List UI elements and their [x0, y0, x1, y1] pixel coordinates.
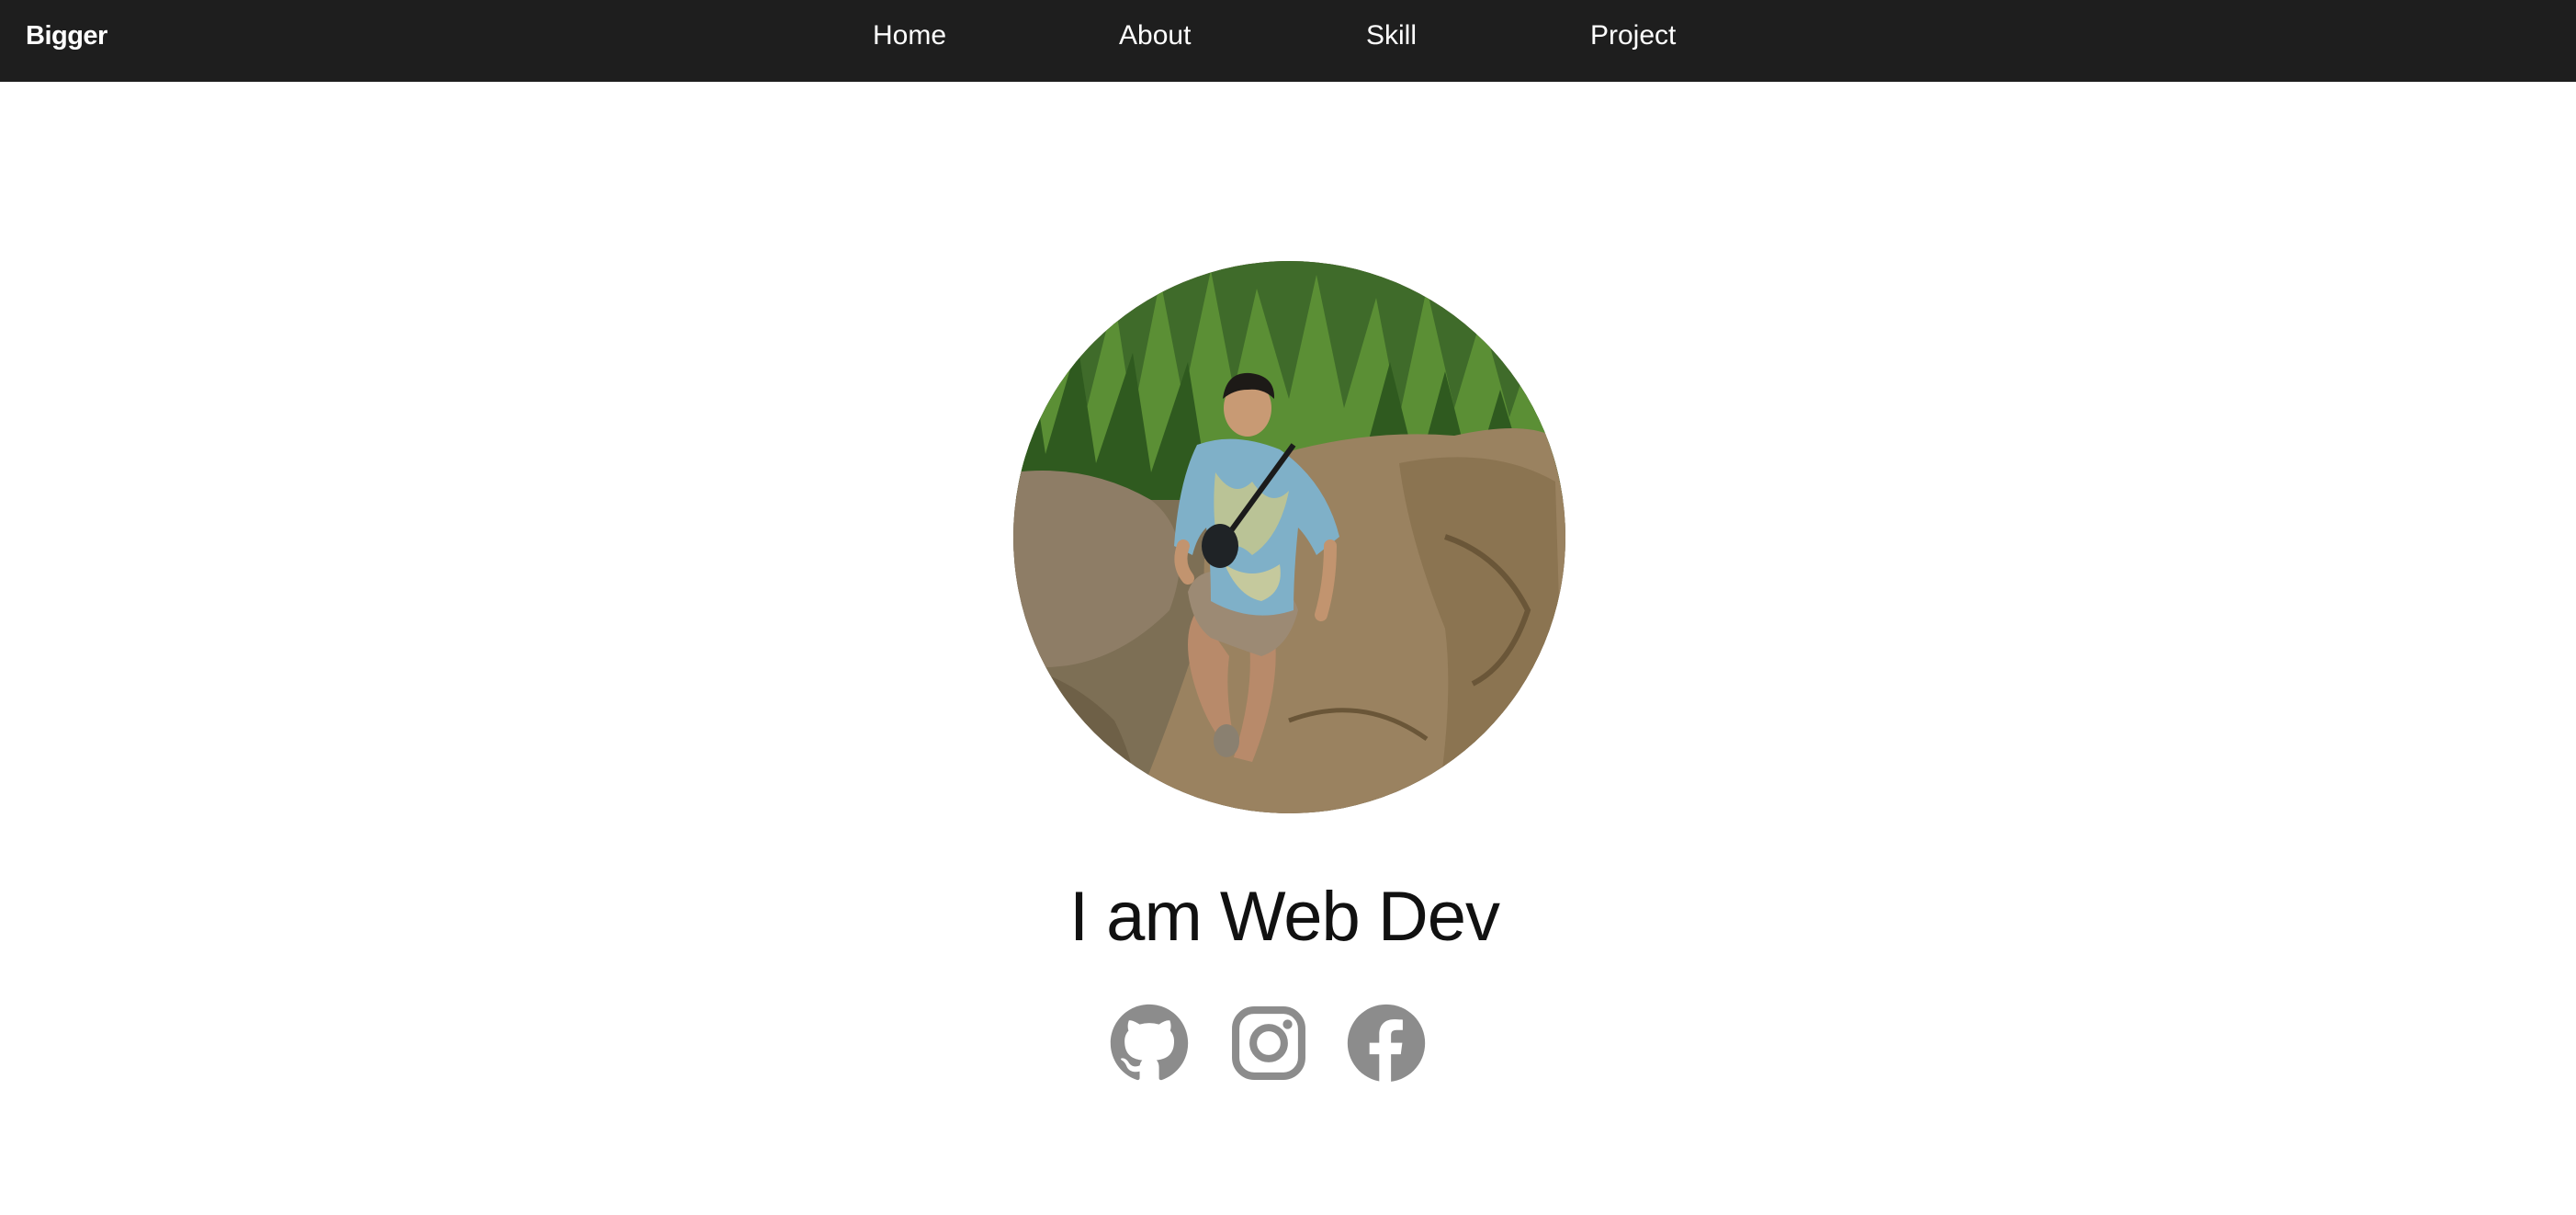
github-icon[interactable] — [1109, 1003, 1190, 1084]
facebook-icon[interactable] — [1346, 1003, 1427, 1084]
instagram-icon[interactable] — [1228, 1003, 1309, 1084]
nav-skill-link[interactable]: Skill — [1366, 0, 1417, 82]
nav-about-link[interactable]: About — [1119, 0, 1191, 82]
hero-headline: I am Web Dev — [1068, 878, 1500, 956]
profile-avatar — [1013, 261, 1565, 813]
profile-photo — [1013, 261, 1565, 813]
top-navbar: Bigger Home About Skill Project — [0, 0, 2576, 82]
brand-logo[interactable]: Bigger — [26, 0, 107, 82]
nav-home-link[interactable]: Home — [873, 0, 946, 82]
nav-project-link[interactable]: Project — [1590, 0, 1676, 82]
